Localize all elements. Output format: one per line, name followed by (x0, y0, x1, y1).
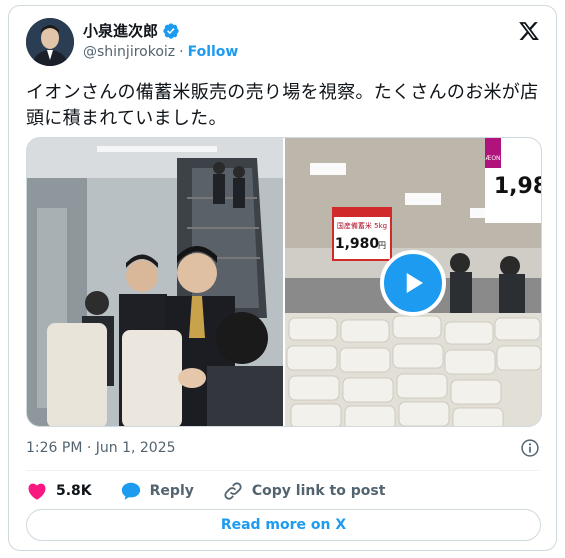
copy-link-button[interactable]: Copy link to post (222, 480, 386, 502)
handle-row: @shinjirokoiz · Follow (83, 44, 238, 60)
x-logo-icon[interactable] (518, 20, 540, 42)
tweet-text: イオンさんの備蓄米販売の売り場を視察。たくさんのお米が店頭に積まれていました。 (26, 82, 539, 129)
media-video-right[interactable]: 国産備蓄米 5kg 1,980 円 ÆON 1,98 (285, 138, 541, 426)
avatar[interactable] (26, 18, 74, 66)
like-button[interactable]: 5.8K (26, 480, 92, 502)
action-bar: 5.8K Reply Copy link to post (26, 480, 413, 502)
sign-product: 国産備蓄米 5kg (337, 221, 387, 230)
sign-brand: ÆON (485, 155, 500, 162)
play-button[interactable] (380, 250, 446, 316)
reply-label: Reply (149, 483, 194, 499)
divider (26, 470, 539, 471)
handle[interactable]: @shinjirokoiz (83, 44, 175, 60)
media-image-left[interactable] (27, 138, 283, 426)
display-name[interactable]: 小泉進次郎 (83, 20, 158, 41)
info-icon[interactable] (520, 438, 540, 458)
copy-link-label: Copy link to post (251, 483, 386, 499)
post-timestamp[interactable]: 1:26 PM · Jun 1, 2025 (26, 440, 176, 456)
verified-badge-icon (162, 22, 180, 40)
author-name-row: 小泉進次郎 (83, 20, 180, 41)
reply-button[interactable]: Reply (120, 480, 194, 502)
sign-price-unit: 円 (378, 241, 386, 250)
heart-icon (28, 483, 46, 500)
read-more-button[interactable]: Read more on X (26, 509, 541, 541)
media-grid: 国産備蓄米 5kg 1,980 円 ÆON 1,98 (26, 137, 542, 427)
corner-price: 1,98 (494, 174, 541, 199)
like-count: 5.8K (56, 483, 92, 499)
reply-bubble-icon (121, 482, 140, 500)
separator: · (179, 44, 184, 60)
sign-price: 1,980 (335, 236, 380, 252)
follow-button[interactable]: Follow (188, 44, 239, 60)
link-icon (224, 482, 242, 500)
play-icon (406, 273, 423, 293)
tweet-card: 小泉進次郎 @shinjirokoiz · Follow イオンさんの備蓄米販売… (8, 5, 557, 551)
